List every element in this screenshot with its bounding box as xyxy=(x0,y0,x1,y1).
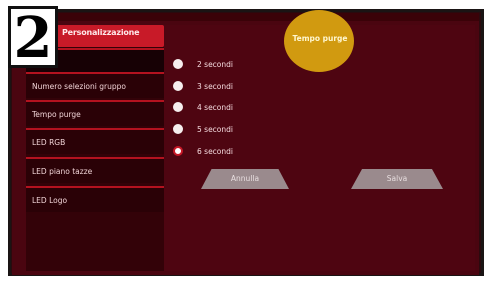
radio-button[interactable] xyxy=(173,81,183,91)
step-number-badge: 2 xyxy=(8,6,58,68)
option-label: 3 secondi xyxy=(197,82,233,91)
cancel-button[interactable]: Annulla xyxy=(201,169,289,189)
option-label: 5 secondi xyxy=(197,125,233,134)
option-label: 4 secondi xyxy=(197,103,233,112)
option-label: 6 secondi xyxy=(197,147,233,156)
radio-button[interactable] xyxy=(173,59,183,69)
top-strip xyxy=(12,13,479,21)
sidebar-item-led-rgb[interactable]: LED RGB xyxy=(26,128,164,154)
radio-button-selected[interactable] xyxy=(173,146,183,156)
option-label: 2 secondi xyxy=(197,60,233,69)
radio-button[interactable] xyxy=(173,124,183,134)
sidebar-item-tempo-purge[interactable]: Tempo purge xyxy=(26,100,164,126)
sidebar-item-led-piano-tazze[interactable]: LED piano tazze xyxy=(26,157,164,183)
radio-button[interactable] xyxy=(173,102,183,112)
sidebar-header-label: Personalizzazione xyxy=(62,28,140,37)
sidebar-item-led-logo[interactable]: LED Logo xyxy=(26,186,164,212)
save-button[interactable]: Salva xyxy=(351,169,443,189)
sidebar-item-numero-selezioni-gruppo[interactable]: Numero selezioni gruppo xyxy=(26,72,164,98)
panel-title: Tempo purge xyxy=(292,34,348,43)
